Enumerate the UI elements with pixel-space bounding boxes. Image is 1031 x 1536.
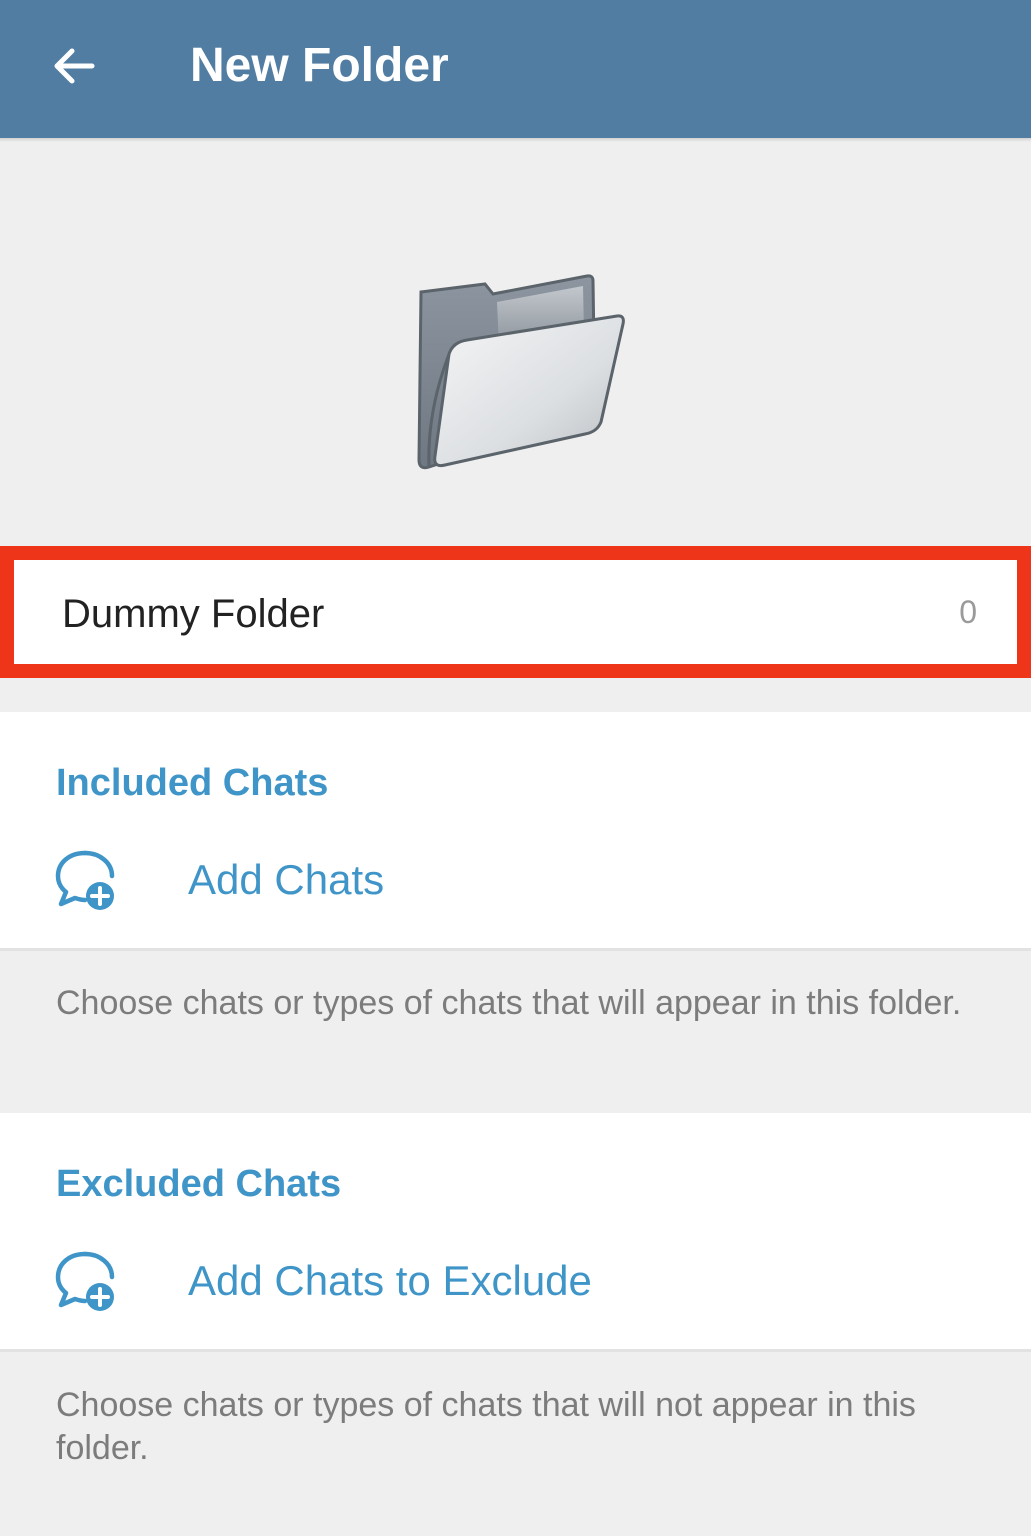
- page-title: New Folder: [190, 39, 449, 92]
- back-button[interactable]: [38, 30, 110, 102]
- included-chats-section: Included Chats Add Chats: [0, 712, 1031, 948]
- excluded-chats-section: Excluded Chats Add Chats to Exclude: [0, 1113, 1031, 1349]
- arrow-left-icon: [54, 48, 95, 84]
- folder-icon: [405, 262, 635, 482]
- add-chats-to-exclude-button[interactable]: Add Chats to Exclude: [0, 1229, 1031, 1339]
- section-divider: [0, 1349, 1031, 1352]
- add-chats-label: Add Chats: [188, 856, 385, 903]
- section-divider: [0, 948, 1031, 951]
- chat-add-icon: [55, 1251, 115, 1311]
- excluded-chats-header: Excluded Chats: [56, 1163, 342, 1205]
- chat-add-icon: [55, 850, 115, 910]
- included-chats-hint: Choose chats or types of chats that will…: [56, 984, 962, 1022]
- new-folder-screen: New Folder Dummy Folder 0 Included Chats…: [0, 0, 1031, 1536]
- excluded-chats-hint: Choose chats or types of chats that will…: [56, 1386, 916, 1467]
- folder-name-input[interactable]: [62, 586, 922, 642]
- app-bar: New Folder: [0, 0, 1031, 142]
- character-counter: 0: [959, 594, 977, 630]
- included-chats-header: Included Chats: [56, 762, 329, 804]
- add-chats-to-exclude-label: Add Chats to Exclude: [188, 1257, 592, 1304]
- folder-name-row: 0: [0, 546, 1031, 678]
- add-chats-button[interactable]: Add Chats: [0, 828, 1031, 938]
